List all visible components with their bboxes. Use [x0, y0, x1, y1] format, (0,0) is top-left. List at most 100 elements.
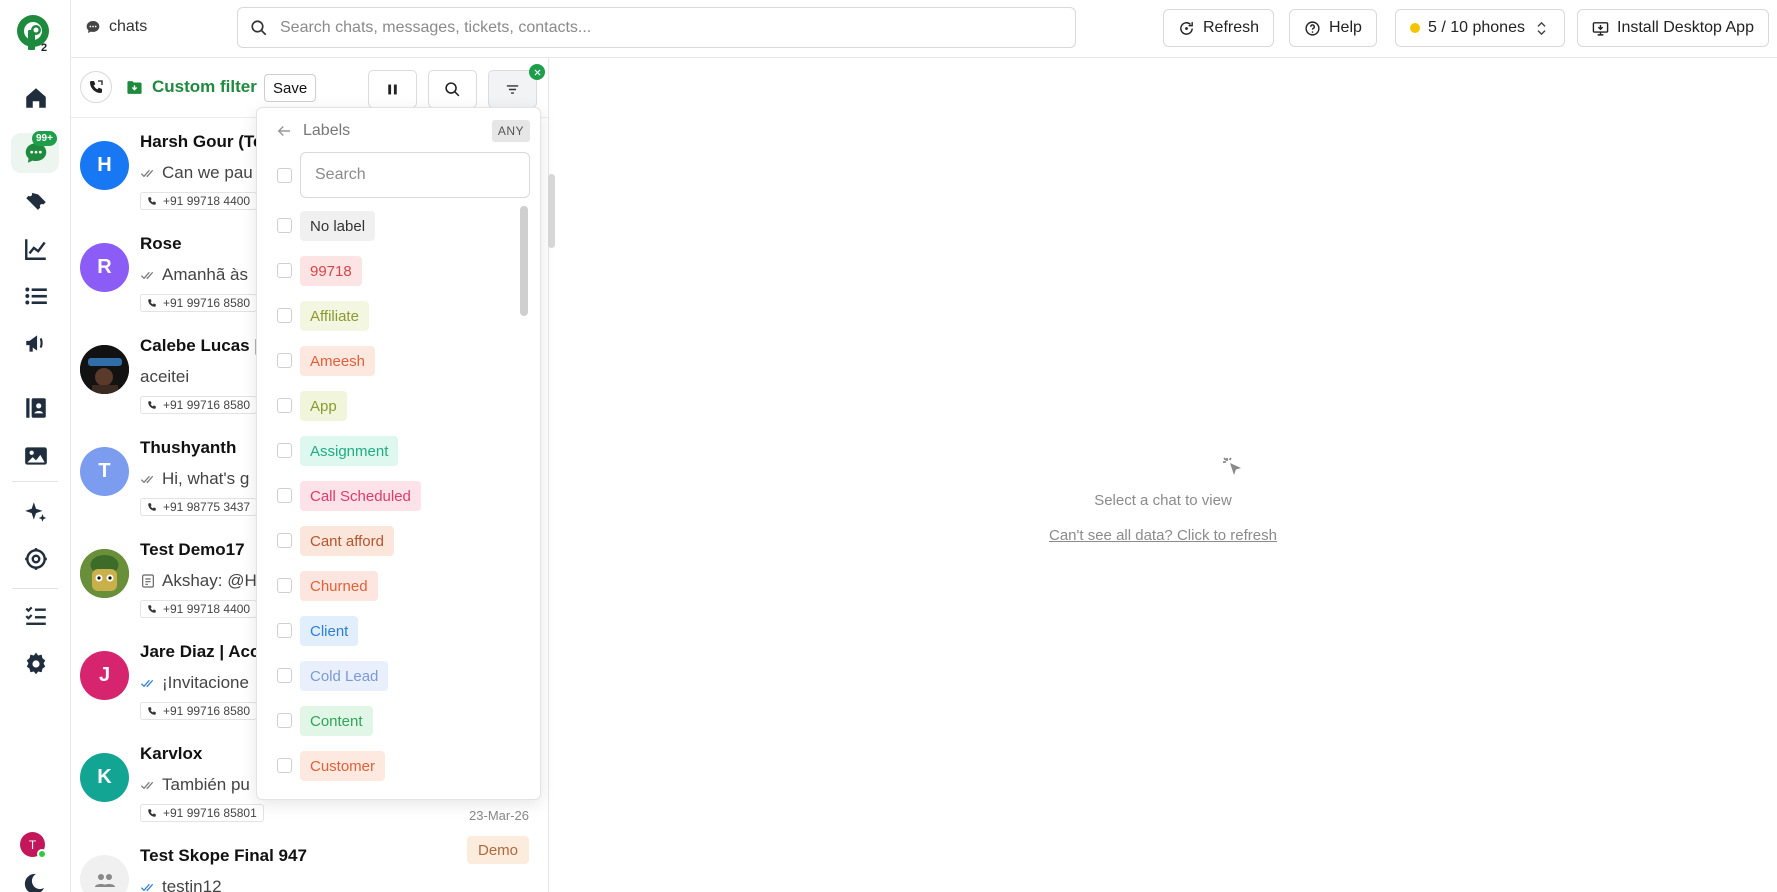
label-chip: Call Scheduled	[300, 481, 421, 511]
nav-tasks[interactable]	[0, 593, 71, 637]
moon-icon[interactable]	[22, 872, 46, 892]
svg-text:2: 2	[41, 42, 47, 52]
clear-filter-button[interactable]	[529, 64, 545, 80]
label-checkbox[interactable]	[277, 713, 292, 728]
contact-avatar: R	[80, 243, 129, 292]
nav-contacts[interactable]	[0, 386, 71, 430]
refresh-data-link[interactable]: Can't see all data? Click to refresh	[549, 527, 1777, 544]
contact-avatar: H	[80, 141, 129, 190]
label-checkbox[interactable]	[277, 533, 292, 548]
sparkles-icon	[24, 502, 46, 522]
label-option[interactable]: No label	[257, 206, 517, 246]
label-option[interactable]: Customer	[257, 746, 517, 786]
nav-tickets[interactable]	[0, 179, 71, 223]
label-chip: Content	[300, 706, 373, 736]
nav-campaigns[interactable]	[0, 321, 71, 365]
double-check-icon	[140, 883, 154, 892]
global-search[interactable]	[237, 7, 1076, 48]
contact-name: Test Skope Final 947	[140, 846, 307, 865]
phones-selector[interactable]: 5 / 10 phones	[1395, 9, 1565, 47]
contact-name: Thushyanth	[140, 438, 237, 457]
profile-photo	[80, 549, 129, 598]
contact-avatar: J	[80, 651, 129, 700]
install-desktop-app-button[interactable]: Install Desktop App	[1577, 9, 1769, 47]
label-option[interactable]: Assignment	[257, 431, 517, 471]
label-checkbox[interactable]	[277, 398, 292, 413]
phone-icon	[148, 605, 156, 613]
phone-chip: +91 99716 8580	[140, 294, 258, 312]
pause-button[interactable]	[368, 70, 417, 108]
contact-name: Karvlox	[140, 744, 203, 763]
label-checkbox[interactable]	[277, 623, 292, 638]
label-checkbox[interactable]	[277, 668, 292, 683]
label-option[interactable]: Content	[257, 701, 517, 741]
labels-scrollbar[interactable]	[520, 206, 528, 316]
contact-avatar: K	[80, 753, 129, 802]
label-option[interactable]: Churned	[257, 566, 517, 606]
contact-avatar-photo	[80, 549, 129, 598]
phone-chip: +91 99718 4400	[140, 600, 258, 618]
label-option[interactable]: Call Scheduled	[257, 476, 517, 516]
label-option[interactable]: Cold Lead	[257, 656, 517, 696]
desktop-download-icon	[1592, 21, 1609, 36]
nav-settings[interactable]	[0, 642, 71, 686]
labels-filter-dropdown: Labels ANY No label 99718 Affiliate Ameesh A…	[256, 107, 541, 800]
chat-bubble-icon	[86, 21, 100, 33]
contact-avatar-photo	[80, 345, 129, 394]
call-button[interactable]	[80, 71, 112, 103]
save-filter-button[interactable]: Save	[264, 74, 317, 102]
labels-back-button[interactable]: Labels	[275, 122, 350, 140]
custom-filter-label[interactable]: Custom filter	[126, 77, 257, 97]
sidebar-rail: 2 99+ T	[0, 0, 71, 892]
search-icon	[445, 81, 460, 96]
double-check-icon	[140, 169, 154, 178]
megaphone-icon	[25, 335, 43, 352]
labels-search[interactable]	[300, 152, 530, 198]
match-mode-toggle[interactable]: ANY	[491, 120, 530, 142]
label-checkbox[interactable]	[277, 578, 292, 593]
user-avatar[interactable]: T	[20, 832, 47, 859]
nav-home[interactable]	[0, 76, 71, 120]
label-chip: Affiliate	[300, 301, 369, 331]
label-option[interactable]: App	[257, 386, 517, 426]
label-chip: 99718	[300, 256, 362, 286]
nav-media[interactable]	[0, 434, 71, 478]
refresh-button[interactable]: Refresh	[1163, 9, 1275, 47]
contact-name: Calebe Lucas |	[140, 336, 260, 355]
label-option[interactable]: Ameesh	[257, 341, 517, 381]
nav-lists[interactable]	[0, 274, 71, 318]
label-chip: Customer	[300, 751, 386, 781]
contact-book-icon	[25, 398, 46, 418]
chevron-up-down-icon	[1537, 21, 1546, 35]
search-chats-button[interactable]	[428, 70, 477, 108]
last-message: Hi, what's g	[162, 469, 250, 488]
phone-chip: +91 99716 8580	[140, 396, 258, 414]
nav-chats[interactable]: 99+	[0, 131, 71, 175]
chat-list-item[interactable]: Test Skope Final 947 testin12 Demo	[71, 833, 549, 892]
app-logo[interactable]: 2	[14, 14, 52, 52]
nav-analytics[interactable]	[0, 227, 71, 271]
label-option[interactable]: Affiliate	[257, 296, 517, 336]
nav-automation[interactable]	[0, 537, 71, 581]
select-all-checkbox[interactable]	[277, 168, 292, 183]
status-dot	[1410, 23, 1420, 33]
global-search-input[interactable]	[280, 18, 1040, 37]
online-status-dot	[37, 849, 47, 859]
label-option[interactable]: Client	[257, 611, 517, 651]
labels-search-input[interactable]	[315, 166, 515, 184]
label-checkbox[interactable]	[277, 488, 292, 503]
chat-date: 23-Mar-26	[469, 808, 529, 823]
nav-ai[interactable]	[0, 490, 71, 534]
label-option[interactable]: Cant afford	[257, 521, 517, 561]
help-button[interactable]: Help	[1289, 9, 1377, 47]
label-checkbox[interactable]	[277, 443, 292, 458]
label-checkbox[interactable]	[277, 308, 292, 323]
last-message: ¡Invitacione	[162, 673, 249, 692]
label-checkbox[interactable]	[277, 353, 292, 368]
phone-chip: +91 99716 8580	[140, 702, 258, 720]
label-checkbox[interactable]	[277, 218, 292, 233]
label-option[interactable]: 99718	[257, 251, 517, 291]
phone-icon	[148, 503, 156, 511]
label-checkbox[interactable]	[277, 758, 292, 773]
label-checkbox[interactable]	[277, 263, 292, 278]
